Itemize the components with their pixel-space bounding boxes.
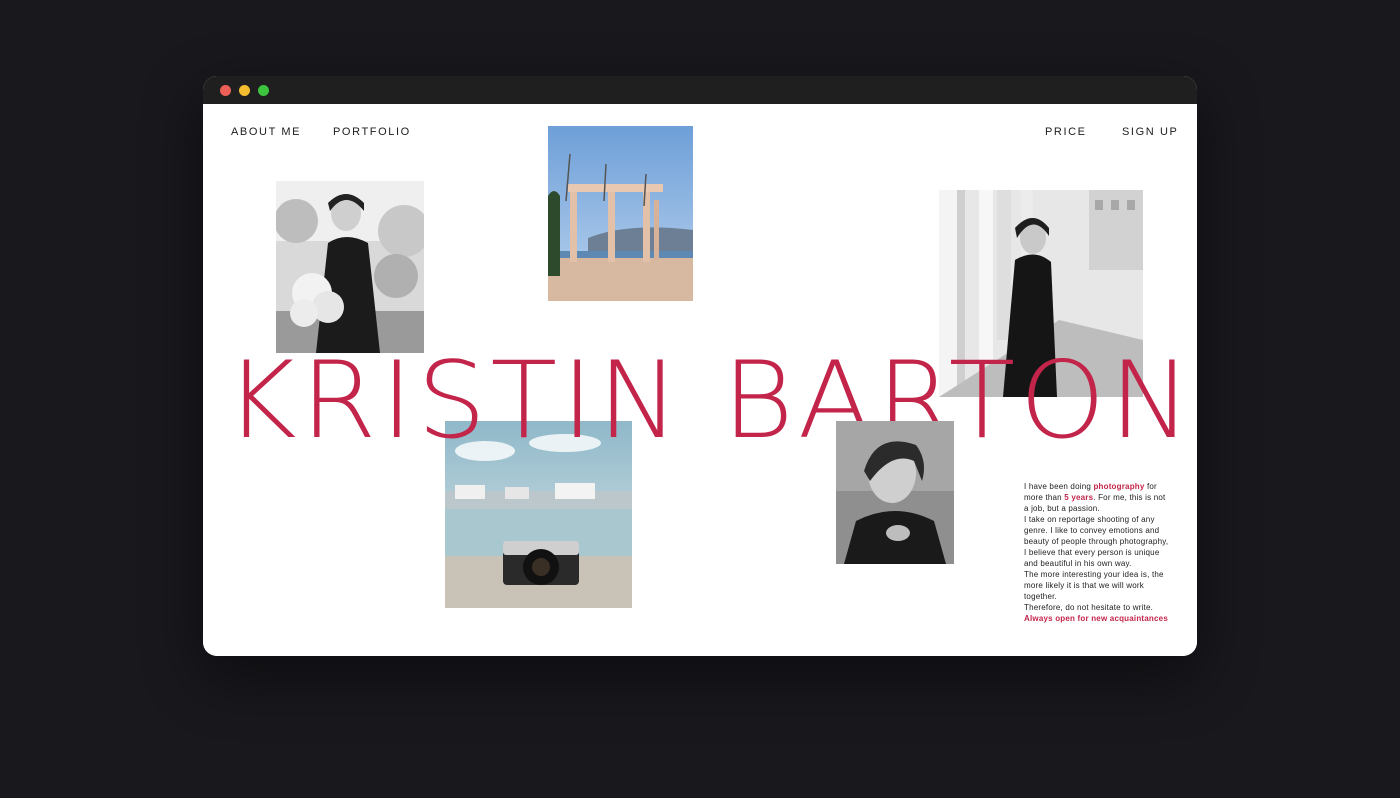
bio-paragraph-4: Therefore, do not hesitate to write. bbox=[1024, 603, 1154, 612]
seaside-colonnade-image bbox=[548, 126, 693, 301]
title-bar bbox=[203, 76, 1197, 104]
nav-portfolio[interactable]: PORTFOLIO bbox=[333, 126, 411, 138]
portrait-with-flowers-image bbox=[276, 181, 424, 353]
close-portrait-image bbox=[836, 421, 954, 564]
nav-sign-up[interactable]: SIGN UP bbox=[1122, 126, 1178, 138]
browser-window: ABOUT ME PORTFOLIO PRICE SIGN UP KRISTIN… bbox=[203, 76, 1197, 656]
bio-cta-link[interactable]: Always open for new acquaintances bbox=[1024, 613, 1172, 624]
bio-text-span: I have been doing bbox=[1024, 482, 1094, 491]
bio-highlight-years: 5 years bbox=[1064, 493, 1094, 502]
photo-close-portrait[interactable] bbox=[836, 421, 954, 564]
page-content: ABOUT ME PORTFOLIO PRICE SIGN UP KRISTIN… bbox=[203, 104, 1197, 656]
bio-paragraph-2: I take on reportage shooting of any genr… bbox=[1024, 515, 1169, 568]
nav-price[interactable]: PRICE bbox=[1045, 126, 1087, 138]
bio-paragraph-1: I have been doing photography for more t… bbox=[1024, 481, 1172, 514]
bio-text: I have been doing photography for more t… bbox=[1024, 481, 1172, 624]
hero-name-title: KRISTIN BARTON bbox=[225, 339, 1196, 462]
close-window-icon[interactable] bbox=[220, 85, 231, 96]
nav-about-me[interactable]: ABOUT ME bbox=[231, 126, 301, 138]
photo-seaside-colonnade[interactable] bbox=[548, 126, 693, 301]
bio-highlight-photography: photography bbox=[1093, 482, 1145, 491]
maximize-window-icon[interactable] bbox=[258, 85, 269, 96]
photo-portrait-with-flowers[interactable] bbox=[276, 181, 424, 353]
bio-paragraph-3: The more interesting your idea is, the m… bbox=[1024, 570, 1164, 601]
minimize-window-icon[interactable] bbox=[239, 85, 250, 96]
